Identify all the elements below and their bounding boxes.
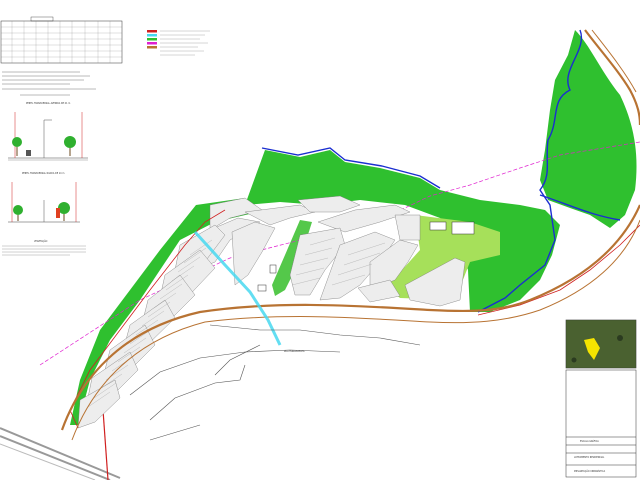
title-block <box>565 369 637 478</box>
structure-icon <box>257 284 267 292</box>
tree-icon <box>13 205 23 215</box>
tree-icon <box>64 136 76 148</box>
title-block-company: ESCALA GRÁFICA <box>580 440 599 443</box>
title-block-project: LOTEAMENTO RESIDENCIAL <box>574 456 605 459</box>
structure-icon <box>429 221 447 231</box>
structure-icon <box>269 264 277 274</box>
lot-blocks <box>77 195 466 429</box>
vegetation-notes: VEGETAÇÃO <box>2 240 86 256</box>
location-map-inset <box>565 319 637 369</box>
quantity-table <box>0 16 123 64</box>
cross-section-14m: PERFIL TRANSVERSAL RUADA DE 14 m <box>8 172 80 223</box>
railway <box>0 409 121 480</box>
map-legend <box>147 30 210 56</box>
vegetation-title: VEGETAÇÃO <box>34 240 48 243</box>
structure-icon <box>451 221 475 235</box>
section-title-14m: PERFIL TRANSVERSAL RUADA DE 14 m <box>22 172 64 175</box>
existing-streets-south <box>129 324 421 441</box>
area-summary-text <box>2 71 96 96</box>
title-block-drawing: IMPLANTAÇÃO URBANÍSTICA <box>574 470 606 473</box>
cross-section-21m: PERFIL TRANSVERSAL AVENIDA DE 21 m <box>8 102 88 161</box>
site-plan-sheet: PERFIL TRANSVERSAL AVENIDA DE 21 m PERFI… <box>0 16 640 480</box>
tree-icon <box>12 137 22 147</box>
section-title-21m: PERFIL TRANSVERSAL AVENIDA DE 21 m <box>26 102 70 105</box>
road-label: RUA FARROUPILHA <box>284 350 305 353</box>
preservation-area-east <box>540 30 637 228</box>
